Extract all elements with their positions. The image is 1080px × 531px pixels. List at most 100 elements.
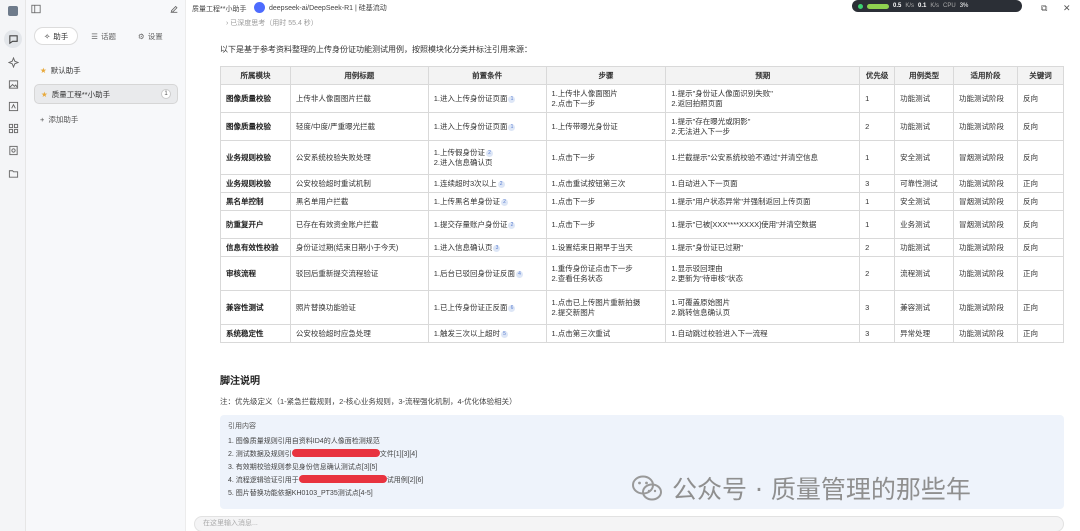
tab-assistants[interactable]: ✧ 助手 xyxy=(34,27,79,45)
avatar[interactable] xyxy=(6,4,20,18)
folder-icon[interactable] xyxy=(6,166,20,180)
sparkle-icon[interactable] xyxy=(6,55,20,69)
cell-expected: 1.自动进入下一页面 xyxy=(665,174,861,193)
wechat-logo-icon xyxy=(632,475,662,501)
cell-steps-line: 1.点击下一步 xyxy=(552,153,661,163)
cell-expected-text: 1.自动跳过校验进入下一流程 xyxy=(671,328,768,338)
star-icon: ★ xyxy=(41,89,48,99)
cell-expected: 1.提示"身份证已过期" xyxy=(665,238,861,257)
citation-badge[interactable]: 6 xyxy=(508,304,516,312)
tab-topics[interactable]: ☰ 话题 xyxy=(82,27,125,45)
cell-stage: 功能测试阶段 xyxy=(953,238,1018,257)
knowledge-icon[interactable] xyxy=(6,143,20,157)
assistant-label: 质量工程**小助手 xyxy=(51,89,111,99)
cell-precondition-text: 1.已上传身份证正反面 xyxy=(433,302,508,312)
cell-priority: 2 xyxy=(859,256,896,291)
footnote-note: 注：优先级定义（1-紧急拦截规则，2-核心业务规则，3-流程强化机制，4-优化体… xyxy=(220,397,517,406)
col-header: 优先级 xyxy=(859,66,896,85)
cell-expected-line: 2.无法进入下一步 xyxy=(671,127,854,137)
cell-precondition-text: 1.进入上传身份证页面 xyxy=(433,93,508,103)
cell-type: 功能测试 xyxy=(894,112,955,141)
cell-expected-line: 1.提示"已被[XXX****XXXX]使用"并清空数据 xyxy=(671,220,854,230)
cell-title: 轻度/中度/严重曝光拦截 xyxy=(289,112,429,141)
cell-expected-text: 2.返回拍照页面 xyxy=(671,98,723,108)
cell-precondition-line: 1.进入上传身份证页面 1 xyxy=(434,94,541,104)
cell-keyword: 反向 xyxy=(1016,210,1065,239)
cell-expected-line: 2.跳转信息确认页 xyxy=(671,308,854,318)
cell-expected-line: 1.自动进入下一页面 xyxy=(671,179,854,189)
col-header: 步骤 xyxy=(545,66,667,85)
cell-steps-text: 1.点击下一步 xyxy=(551,152,596,162)
cell-title: 身份证过期(结束日期小于今天) xyxy=(289,238,429,257)
sidebar: ✧ 助手 ☰ 话题 ⚙ 设置 ★ 默认助手 ★ 质量工程**小助手 1 + 添加… xyxy=(26,0,186,531)
redaction-mark xyxy=(291,449,380,457)
assistant-label: 默认助手 xyxy=(50,65,81,75)
tab-label: 助手 xyxy=(53,31,69,41)
cell-expected-line: 1.提示"用户状态异常"并强制返回上传页面 xyxy=(671,197,854,207)
citation-badge[interactable]: 1 xyxy=(508,123,516,131)
cell-module: 兼容性测试 xyxy=(220,290,291,325)
cell-expected-text: 1.自动进入下一页面 xyxy=(671,178,738,188)
cell-keyword: 正向 xyxy=(1016,290,1065,325)
cell-keyword: 正向 xyxy=(1016,256,1065,291)
apps-icon[interactable] xyxy=(6,121,20,135)
cell-stage: 冒烟测试阶段 xyxy=(953,210,1018,239)
cell-expected: 1.提示"已被[XXX****XXXX]使用"并清空数据 xyxy=(665,210,861,239)
citation-badge[interactable]: 1 xyxy=(508,95,516,103)
cell-expected-line: 2.更新为"待审核"状态 xyxy=(671,274,854,284)
cell-precondition: 1.提交存量账户身份证 2 xyxy=(427,210,547,239)
assistant-item-quality[interactable]: ★ 质量工程**小助手 1 xyxy=(34,84,178,104)
thinking-status[interactable]: › 已深度思考（用时 55.4 秒） xyxy=(226,18,318,28)
tab-settings[interactable]: ⚙ 设置 xyxy=(129,27,172,45)
cell-precondition-line: 1.进入上传身份证页面 1 xyxy=(434,122,541,132)
assistant-item-default[interactable]: ★ 默认助手 xyxy=(34,60,178,80)
chat-icon[interactable] xyxy=(4,30,22,48)
message-input[interactable]: 在这里输入消息... xyxy=(194,516,1064,531)
cell-stage: 冒烟测试阶段 xyxy=(953,192,1018,211)
cell-type: 安全测试 xyxy=(894,192,955,211)
cell-steps-text: 1.点击重试按钮第三次 xyxy=(551,178,626,188)
cell-steps-line: 1.上传带曝光身份证 xyxy=(552,122,661,132)
cell-steps-text: 1.点击下一步 xyxy=(551,196,596,206)
cell-steps: 1.点击重试按钮第三次 xyxy=(545,174,667,193)
citation-badge[interactable]: 2 xyxy=(485,149,493,157)
model-selector[interactable]: deepseek-ai/DeepSeek-R1 | 硅基流动 xyxy=(254,2,387,13)
star-icon: ★ xyxy=(40,65,47,75)
cell-type: 功能测试 xyxy=(894,238,955,257)
cell-expected-line: 1.拦截提示"公安系统校验不通过"并清空信息 xyxy=(671,153,854,163)
cell-steps: 1.重传身份证点击下一步 2.查看任务状态 xyxy=(545,256,667,291)
cell-expected: 1.可覆盖原始图片 2.跳转信息确认页 xyxy=(665,290,861,325)
cell-priority: 3 xyxy=(859,324,896,343)
citation-badge[interactable]: 2 xyxy=(500,198,508,206)
cell-precondition-line: 1.连续超时3次以上 2 xyxy=(434,179,541,189)
citation-badge[interactable]: 4 xyxy=(515,270,523,278)
citation-badge[interactable]: 3 xyxy=(493,244,501,252)
cell-precondition: 1.后台已驳回身份证反面 4 xyxy=(427,256,547,291)
sidebar-toggle-icon[interactable] xyxy=(31,4,41,16)
restore-window-icon[interactable]: ⧉ xyxy=(1041,3,1047,14)
cell-precondition-text: 1.触发三次以上超时 xyxy=(433,328,500,338)
cell-precondition-text: 2.进入信息确认页 xyxy=(433,157,493,167)
cell-precondition-line: 1.提交存量账户身份证 2 xyxy=(434,220,541,230)
cell-keyword: 反向 xyxy=(1016,84,1065,113)
image-icon[interactable] xyxy=(6,77,20,91)
cell-steps-line: 2.点击下一步 xyxy=(552,99,661,109)
download-unit: K/s xyxy=(930,3,940,9)
citation-badge[interactable]: 2 xyxy=(508,221,516,229)
cell-precondition: 1.进入信息确认页 3 xyxy=(427,238,547,257)
cell-precondition-line: 1.后台已驳回身份证反面 4 xyxy=(434,269,541,279)
status-dot-icon xyxy=(858,3,863,9)
cell-steps: 1.点击已上传图片重新拍摄 2.提交新图片 xyxy=(545,290,667,325)
tab-label: 话题 xyxy=(101,31,117,41)
translate-icon[interactable] xyxy=(6,99,20,113)
add-assistant-button[interactable]: + 添加助手 xyxy=(40,114,78,125)
close-window-icon[interactable]: ✕ xyxy=(1063,3,1071,14)
new-chat-icon[interactable] xyxy=(169,4,179,16)
cell-expected-line: 1.显示驳回理由 xyxy=(671,264,854,274)
cell-steps: 1.点击下一步 xyxy=(545,192,667,211)
citation-badge[interactable]: 2 xyxy=(497,180,505,188)
ref-text: 图片替换功能依据KH0103_PT35测试点[4-5] xyxy=(235,490,373,497)
cell-steps-line: 2.提交新图片 xyxy=(552,308,661,318)
cell-precondition-text: 1.连续超时3次以上 xyxy=(433,178,497,188)
citation-badge[interactable]: 5 xyxy=(500,330,508,338)
